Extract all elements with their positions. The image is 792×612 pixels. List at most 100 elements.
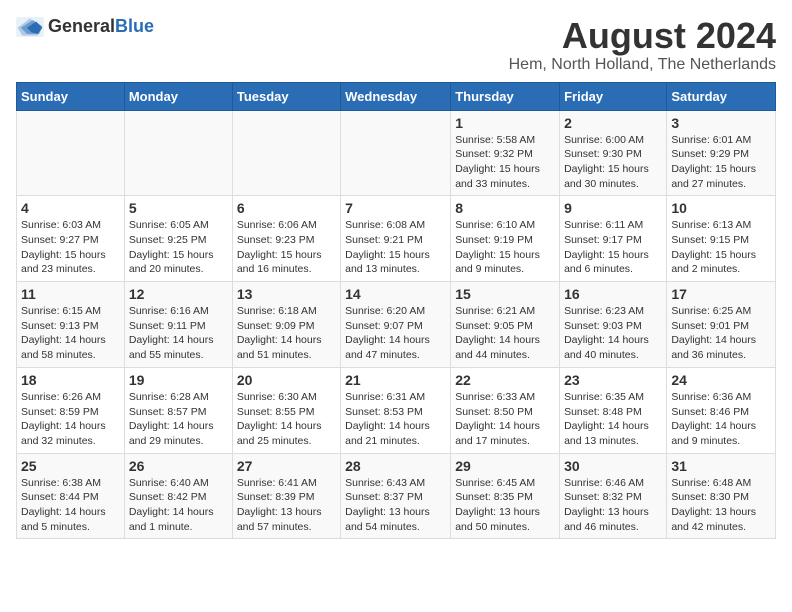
calendar-cell: 28 Sunrise: 6:43 AM Sunset: 8:37 PM Dayli… [341,453,451,539]
day-number: 21 [345,372,446,388]
day-number: 10 [671,200,771,216]
day-info: Sunrise: 5:58 AM Sunset: 9:32 PM Dayligh… [455,133,555,192]
day-info: Sunrise: 6:40 AM Sunset: 8:42 PM Dayligh… [129,476,228,535]
day-number: 26 [129,458,228,474]
calendar-cell: 2 Sunrise: 6:00 AM Sunset: 9:30 PM Daylig… [560,110,667,196]
weekday-header-row: SundayMondayTuesdayWednesdayThursdayFrid… [17,82,776,110]
calendar-cell: 4Sunrise: 6:03 AM Sunset: 9:27 PM Daylig… [17,196,125,282]
day-info: Sunrise: 6:00 AM Sunset: 9:30 PM Dayligh… [564,133,662,192]
calendar-cell: 25 Sunrise: 6:38 AM Sunset: 8:44 PM Dayli… [17,453,125,539]
calendar-cell: 15 Sunrise: 6:21 AM Sunset: 9:05 PM Dayli… [451,282,560,368]
day-number: 31 [671,458,771,474]
day-info: Sunrise: 6:23 AM Sunset: 9:03 PM Dayligh… [564,304,662,363]
calendar-week-row: 1Sunrise: 5:58 AM Sunset: 9:32 PM Daylig… [17,110,776,196]
calendar-cell: 17 Sunrise: 6:25 AM Sunset: 9:01 PM Dayli… [667,282,776,368]
day-number: 30 [564,458,662,474]
day-info: Sunrise: 6:26 AM Sunset: 8:59 PM Dayligh… [21,390,120,449]
main-title: August 2024 [509,16,776,56]
day-number: 7 [345,200,446,216]
day-info: Sunrise: 6:38 AM Sunset: 8:44 PM Dayligh… [21,476,120,535]
day-info: Sunrise: 6:48 AM Sunset: 8:30 PM Dayligh… [671,476,771,535]
day-number: 3 [671,115,771,131]
day-info: Sunrise: 6:25 AM Sunset: 9:01 PM Dayligh… [671,304,771,363]
day-number: 2 [564,115,662,131]
day-info: Sunrise: 6:01 AM Sunset: 9:29 PM Dayligh… [671,133,771,192]
day-number: 8 [455,200,555,216]
day-number: 23 [564,372,662,388]
day-info: Sunrise: 6:10 AM Sunset: 9:19 PM Dayligh… [455,218,555,277]
calendar-cell: 22 Sunrise: 6:33 AM Sunset: 8:50 PM Dayli… [451,367,560,453]
day-info: Sunrise: 6:13 AM Sunset: 9:15 PM Dayligh… [671,218,771,277]
calendar-cell: 23Sunrise: 6:35 AM Sunset: 8:48 PM Dayli… [560,367,667,453]
day-number: 17 [671,286,771,302]
day-number: 29 [455,458,555,474]
header-area: General Blue August 2024 Hem, North Holl… [16,16,776,74]
day-info: Sunrise: 6:31 AM Sunset: 8:53 PM Dayligh… [345,390,446,449]
day-info: Sunrise: 6:45 AM Sunset: 8:35 PM Dayligh… [455,476,555,535]
logo-blue: Blue [115,16,154,37]
day-number: 9 [564,200,662,216]
weekday-header: Monday [124,82,232,110]
calendar-cell: 27Sunrise: 6:41 AM Sunset: 8:39 PM Dayli… [232,453,340,539]
weekday-header: Tuesday [232,82,340,110]
calendar-week-row: 11 Sunrise: 6:15 AM Sunset: 9:13 PM Dayli… [17,282,776,368]
day-info: Sunrise: 6:03 AM Sunset: 9:27 PM Dayligh… [21,218,120,277]
calendar-cell: 16Sunrise: 6:23 AM Sunset: 9:03 PM Dayli… [560,282,667,368]
day-info: Sunrise: 6:41 AM Sunset: 8:39 PM Dayligh… [237,476,336,535]
calendar-cell: 9 Sunrise: 6:11 AM Sunset: 9:17 PM Daylig… [560,196,667,282]
calendar-cell: 1Sunrise: 5:58 AM Sunset: 9:32 PM Daylig… [451,110,560,196]
calendar-cell: 29 Sunrise: 6:45 AM Sunset: 8:35 PM Dayli… [451,453,560,539]
calendar-cell [17,110,125,196]
day-info: Sunrise: 6:08 AM Sunset: 9:21 PM Dayligh… [345,218,446,277]
weekday-header: Sunday [17,82,125,110]
calendar-cell: 6 Sunrise: 6:06 AM Sunset: 9:23 PM Daylig… [232,196,340,282]
day-number: 24 [671,372,771,388]
calendar-cell: 24 Sunrise: 6:36 AM Sunset: 8:46 PM Dayli… [667,367,776,453]
calendar-cell: 12 Sunrise: 6:16 AM Sunset: 9:11 PM Dayli… [124,282,232,368]
day-info: Sunrise: 6:18 AM Sunset: 9:09 PM Dayligh… [237,304,336,363]
calendar-cell: 5Sunrise: 6:05 AM Sunset: 9:25 PM Daylig… [124,196,232,282]
day-number: 6 [237,200,336,216]
calendar-cell: 21 Sunrise: 6:31 AM Sunset: 8:53 PM Dayli… [341,367,451,453]
day-number: 18 [21,372,120,388]
day-info: Sunrise: 6:11 AM Sunset: 9:17 PM Dayligh… [564,218,662,277]
calendar-cell: 20Sunrise: 6:30 AM Sunset: 8:55 PM Dayli… [232,367,340,453]
day-info: Sunrise: 6:06 AM Sunset: 9:23 PM Dayligh… [237,218,336,277]
day-number: 13 [237,286,336,302]
calendar-cell: 10 Sunrise: 6:13 AM Sunset: 9:15 PM Dayli… [667,196,776,282]
day-number: 11 [21,286,120,302]
day-info: Sunrise: 6:15 AM Sunset: 9:13 PM Dayligh… [21,304,120,363]
subtitle: Hem, North Holland, The Netherlands [509,56,776,74]
day-info: Sunrise: 6:20 AM Sunset: 9:07 PM Dayligh… [345,304,446,363]
calendar-cell: 30Sunrise: 6:46 AM Sunset: 8:32 PM Dayli… [560,453,667,539]
day-info: Sunrise: 6:33 AM Sunset: 8:50 PM Dayligh… [455,390,555,449]
day-info: Sunrise: 6:43 AM Sunset: 8:37 PM Dayligh… [345,476,446,535]
day-number: 14 [345,286,446,302]
day-number: 22 [455,372,555,388]
day-info: Sunrise: 6:16 AM Sunset: 9:11 PM Dayligh… [129,304,228,363]
day-info: Sunrise: 6:05 AM Sunset: 9:25 PM Dayligh… [129,218,228,277]
calendar-week-row: 18 Sunrise: 6:26 AM Sunset: 8:59 PM Dayli… [17,367,776,453]
logo-icon [16,17,44,37]
day-info: Sunrise: 6:36 AM Sunset: 8:46 PM Dayligh… [671,390,771,449]
day-info: Sunrise: 6:28 AM Sunset: 8:57 PM Dayligh… [129,390,228,449]
weekday-header: Wednesday [341,82,451,110]
day-info: Sunrise: 6:21 AM Sunset: 9:05 PM Dayligh… [455,304,555,363]
calendar-cell: 18 Sunrise: 6:26 AM Sunset: 8:59 PM Dayli… [17,367,125,453]
day-number: 12 [129,286,228,302]
day-number: 28 [345,458,446,474]
calendar-cell: 31 Sunrise: 6:48 AM Sunset: 8:30 PM Dayli… [667,453,776,539]
calendar-cell [232,110,340,196]
weekday-header: Saturday [667,82,776,110]
title-area: August 2024 Hem, North Holland, The Neth… [509,16,776,74]
calendar-cell: 14 Sunrise: 6:20 AM Sunset: 9:07 PM Dayli… [341,282,451,368]
day-number: 25 [21,458,120,474]
logo-general: General [48,16,115,37]
calendar-week-row: 4Sunrise: 6:03 AM Sunset: 9:27 PM Daylig… [17,196,776,282]
calendar-table: SundayMondayTuesdayWednesdayThursdayFrid… [16,82,776,540]
calendar-cell: 13 Sunrise: 6:18 AM Sunset: 9:09 PM Dayli… [232,282,340,368]
calendar-week-row: 25 Sunrise: 6:38 AM Sunset: 8:44 PM Dayli… [17,453,776,539]
calendar-cell: 19Sunrise: 6:28 AM Sunset: 8:57 PM Dayli… [124,367,232,453]
day-number: 15 [455,286,555,302]
weekday-header: Friday [560,82,667,110]
